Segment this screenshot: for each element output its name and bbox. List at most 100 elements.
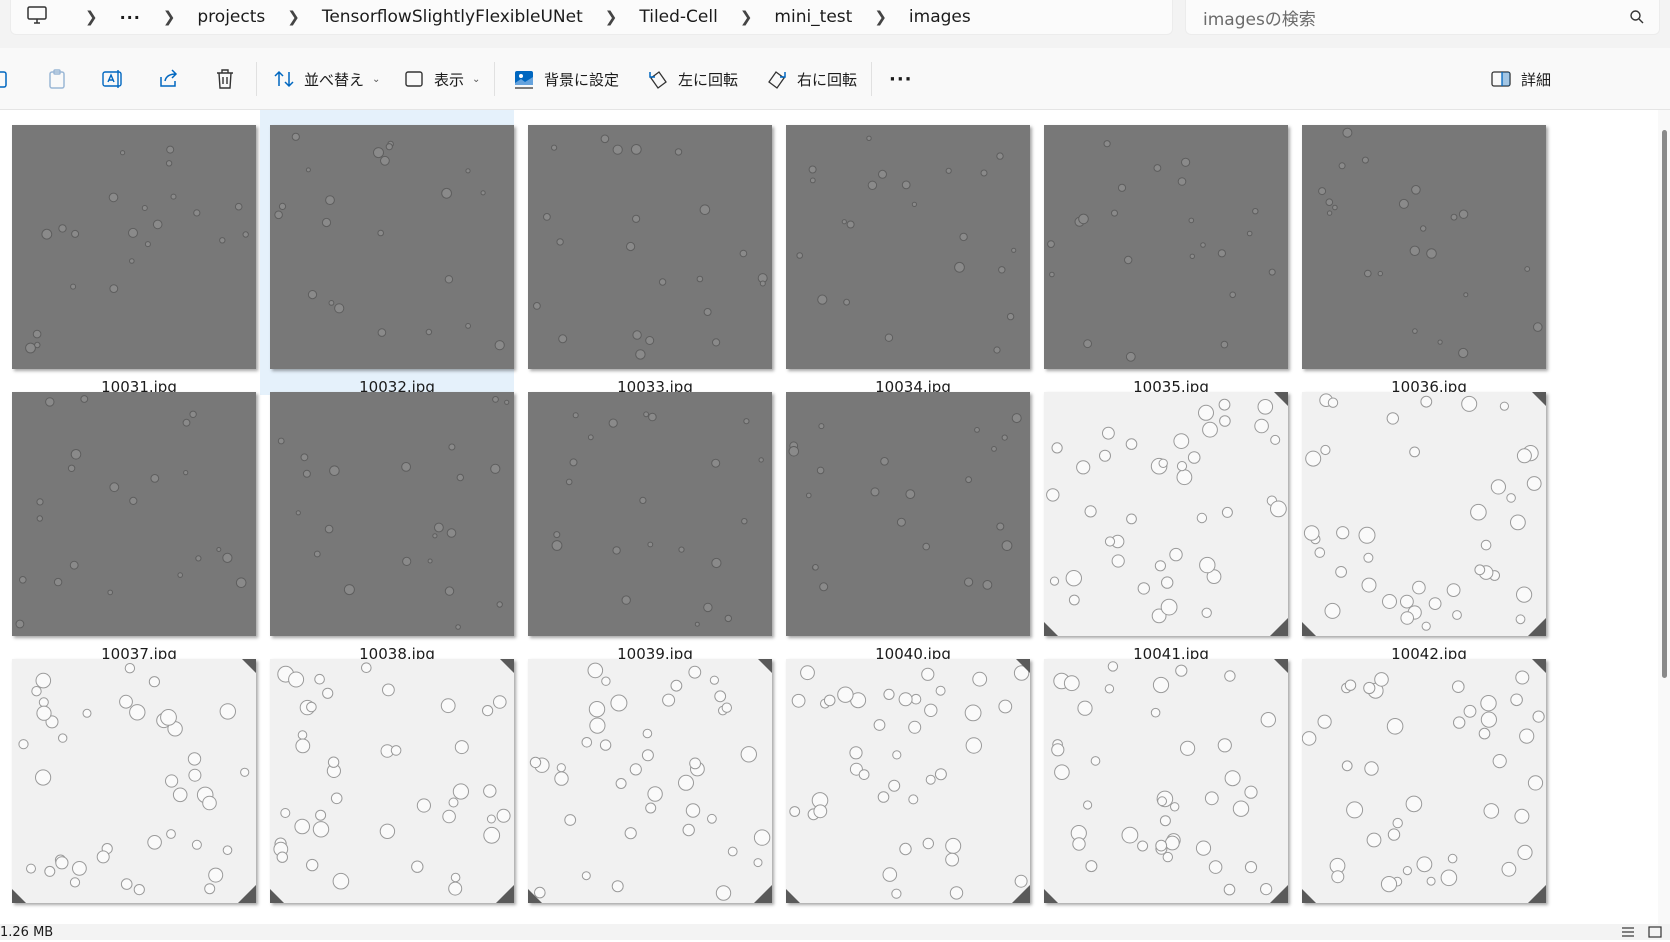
- image-thumbnail[interactable]: [1302, 392, 1546, 636]
- rotate-left-label: 左に回転: [678, 70, 739, 89]
- breadcrumb-item-unet[interactable]: TensorflowSlightlyFlexibleUNet: [322, 7, 583, 27]
- image-thumbnail[interactable]: [528, 125, 772, 369]
- image-thumbnail[interactable]: [786, 125, 1030, 369]
- cell-image: [274, 132, 505, 351]
- cell-image: [532, 134, 768, 360]
- file-item[interactable]: 10032.jpg: [260, 110, 514, 396]
- image-thumbnail[interactable]: [12, 125, 256, 369]
- file-item[interactable]: 10031.jpg: [2, 110, 256, 396]
- sort-button[interactable]: 並べ替え ⌄: [273, 65, 380, 93]
- status-bar: 1.26 MB: [0, 924, 1670, 940]
- breadcrumb-item-mini-test[interactable]: mini_test: [774, 7, 852, 27]
- cell-image: [277, 396, 510, 630]
- vertical-scrollbar[interactable]: [1658, 110, 1670, 924]
- file-item[interactable]: [1034, 644, 1288, 924]
- details-pane-icon: [1491, 71, 1511, 87]
- file-item[interactable]: 10034.jpg: [776, 110, 1030, 396]
- copy-icon[interactable]: [0, 67, 14, 91]
- file-item[interactable]: 10040.jpg: [776, 377, 1030, 663]
- share-icon[interactable]: [157, 67, 181, 91]
- file-item[interactable]: [776, 644, 1030, 924]
- cell-image: [551, 411, 764, 627]
- file-item[interactable]: 10042.jpg: [1292, 377, 1546, 663]
- rotate-right-button[interactable]: 右に回転: [766, 65, 857, 93]
- image-thumbnail[interactable]: [1044, 659, 1288, 903]
- chevron-right-icon[interactable]: ❯: [287, 8, 300, 26]
- file-item[interactable]: 10035.jpg: [1034, 110, 1288, 396]
- cell-image: [270, 659, 514, 903]
- breadcrumb-item-projects[interactable]: projects: [197, 7, 265, 27]
- details-pane-button[interactable]: 詳細: [1490, 65, 1551, 93]
- view-button[interactable]: 表示 ⌄: [403, 65, 480, 93]
- selection-size: 1.26 MB: [0, 925, 54, 940]
- file-grid: 10031.jpg 10032.jpg 10033.jpg 10034.jpg 1003…: [0, 110, 1652, 924]
- image-thumbnail[interactable]: [12, 392, 256, 636]
- breadcrumb-item-tiled-cell[interactable]: Tiled-Cell: [639, 7, 717, 27]
- chevron-right-icon[interactable]: ❯: [874, 8, 887, 26]
- image-thumbnail[interactable]: [1302, 125, 1546, 369]
- rotate-left-icon: [649, 71, 667, 89]
- toolbar-divider: [256, 62, 257, 96]
- search-icon[interactable]: [1629, 9, 1645, 30]
- search-box[interactable]: imagesの検索: [1185, 0, 1660, 35]
- cell-image: [786, 659, 1030, 903]
- image-thumbnail[interactable]: [528, 659, 772, 903]
- file-item[interactable]: 10036.jpg: [1292, 110, 1546, 396]
- file-item[interactable]: [1292, 644, 1546, 924]
- image-thumbnail[interactable]: [270, 125, 514, 369]
- title-area: ❯ ··· ❯ projects ❯ TensorflowSlightlyFle…: [0, 0, 1670, 48]
- details-label: 詳細: [1521, 70, 1552, 89]
- cell-image: [1302, 659, 1546, 903]
- command-bar: 並べ替え ⌄ 表示 ⌄ 背景に設定 左に回転 右に回転 ··· 詳細: [0, 48, 1670, 110]
- set-background-button[interactable]: 背景に設定: [513, 65, 619, 93]
- file-item[interactable]: 10037.jpg: [2, 377, 256, 663]
- toolbar-divider: [871, 62, 872, 96]
- address-bar[interactable]: ❯ ··· ❯ projects ❯ TensorflowSlightlyFle…: [10, 0, 1173, 35]
- wallpaper-icon: [515, 71, 533, 89]
- rename-icon[interactable]: [101, 67, 125, 91]
- scrollbar-thumb[interactable]: [1662, 130, 1667, 678]
- chevron-right-icon[interactable]: ❯: [605, 8, 618, 26]
- cell-image: [1318, 127, 1543, 359]
- file-item[interactable]: 10039.jpg: [518, 377, 772, 663]
- rotate-left-button[interactable]: 左に回転: [647, 65, 738, 93]
- rotate-right-icon: [768, 71, 786, 89]
- chevron-right-icon[interactable]: ❯: [163, 8, 176, 26]
- rotate-right-label: 右に回転: [797, 70, 858, 89]
- cell-image: [796, 135, 1017, 354]
- file-item[interactable]: [260, 644, 514, 924]
- cell-image: [25, 145, 249, 354]
- view-icon: [405, 71, 423, 87]
- sort-icon: [274, 70, 294, 88]
- image-thumbnail[interactable]: [528, 392, 772, 636]
- breadcrumb-overflow[interactable]: ···: [120, 8, 141, 27]
- image-thumbnail[interactable]: [1044, 392, 1288, 636]
- search-placeholder[interactable]: imagesの検索: [1203, 5, 1316, 30]
- cell-image: [1044, 392, 1288, 636]
- file-item[interactable]: [518, 644, 772, 924]
- cell-image: [12, 659, 256, 903]
- view-label: 表示: [434, 70, 465, 89]
- delete-icon[interactable]: [213, 67, 237, 91]
- image-thumbnail[interactable]: [786, 392, 1030, 636]
- image-thumbnail[interactable]: [270, 659, 514, 903]
- cell-image: [15, 395, 247, 629]
- file-item[interactable]: 10038.jpg: [260, 377, 514, 663]
- more-options-button[interactable]: ···: [889, 65, 913, 93]
- chevron-right-icon[interactable]: ❯: [85, 8, 98, 26]
- breadcrumb-item-images[interactable]: images: [909, 7, 971, 27]
- file-item[interactable]: 10033.jpg: [518, 110, 772, 396]
- image-thumbnail[interactable]: [270, 392, 514, 636]
- chevron-right-icon[interactable]: ❯: [740, 8, 753, 26]
- cell-image: [1047, 140, 1276, 362]
- toolbar-divider: [494, 62, 495, 96]
- image-thumbnail[interactable]: [1302, 659, 1546, 903]
- image-thumbnail[interactable]: [1044, 125, 1288, 369]
- file-item[interactable]: [2, 644, 256, 924]
- paste-icon[interactable]: [45, 67, 69, 91]
- cell-image: [528, 659, 772, 903]
- image-thumbnail[interactable]: [786, 659, 1030, 903]
- this-pc-icon[interactable]: [25, 3, 63, 32]
- image-thumbnail[interactable]: [12, 659, 256, 903]
- file-item[interactable]: 10041.jpg: [1034, 377, 1288, 663]
